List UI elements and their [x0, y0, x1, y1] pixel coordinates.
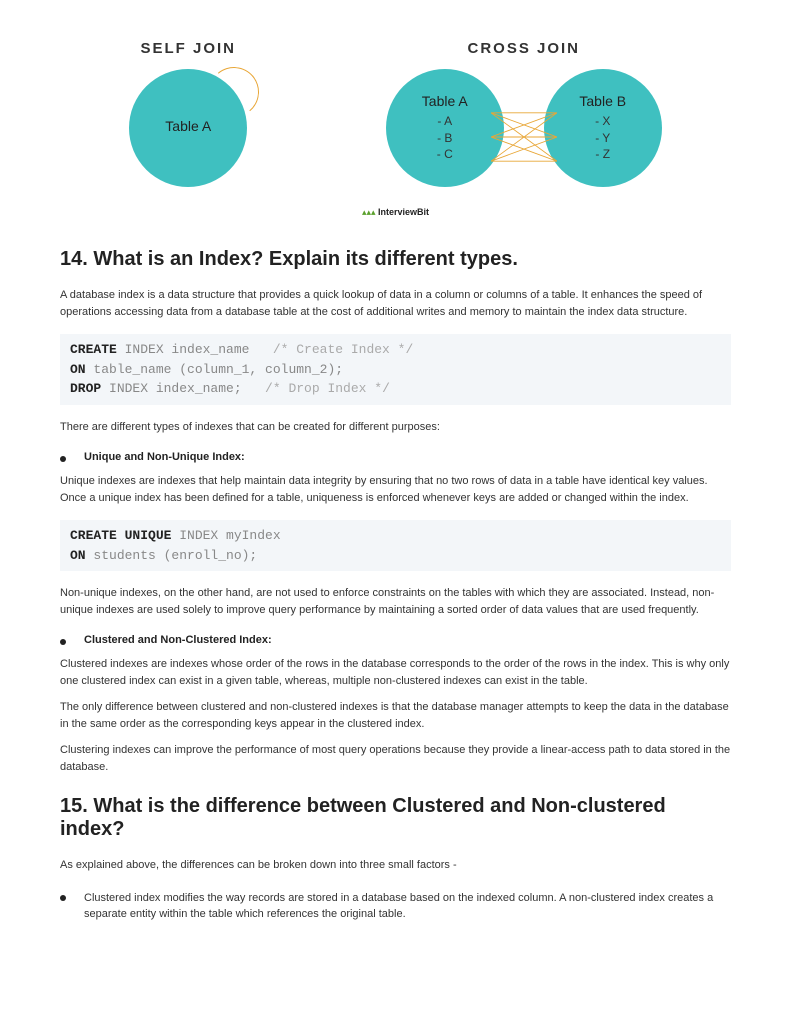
self-join-title: SELF JOIN [129, 40, 247, 57]
bullet-clustered-p1: Clustered indexes are indexes whose orde… [60, 656, 731, 689]
bullet-clustered-title: Clustered and Non-Clustered Index: [84, 634, 731, 646]
attribution-text: InterviewBit [378, 207, 429, 217]
cross-circle-a: Table A - A - B - C [386, 69, 504, 187]
cross-a-label: Table A [422, 93, 468, 109]
cross-join-title: CROSS JOIN [386, 40, 662, 57]
q14-heading: 14. What is an Index? Explain its differ… [60, 248, 731, 271]
code-unique-index: CREATE UNIQUE INDEX myIndex ON students … [60, 520, 731, 571]
cross-circle-b: Table B - X - Y - Z [544, 69, 662, 187]
bullet-unique: Unique and Non-Unique Index: [60, 451, 731, 463]
q15-heading: 15. What is the difference between Clust… [60, 795, 731, 841]
bullet-dot-icon [60, 639, 66, 645]
q14-after-code: There are different types of indexes tha… [60, 419, 731, 436]
bullet-clustered-p2: The only difference between clustered an… [60, 699, 731, 732]
bullet-clustered: Clustered and Non-Clustered Index: [60, 634, 731, 646]
cross-b-items: - X - Y - Z [595, 113, 610, 163]
join-diagram: SELF JOIN Table A CROSS JOIN Table A - A… [60, 40, 731, 187]
cross-join-block: CROSS JOIN Table A - A - B - C Table B -… [386, 40, 662, 187]
bullet-q15-1: Clustered index modifies the way records… [60, 890, 731, 923]
attribution: ▴▴▴ InterviewBit [60, 207, 731, 218]
bullet-unique-p2: Non-unique indexes, on the other hand, a… [60, 585, 731, 618]
cross-a-items: - A - B - C [437, 113, 453, 163]
bullet-dot-icon [60, 456, 66, 462]
bullet-q15-1-text: Clustered index modifies the way records… [84, 890, 731, 923]
bullet-unique-p1: Unique indexes are indexes that help mai… [60, 473, 731, 506]
q15-intro: As explained above, the differences can … [60, 857, 731, 874]
self-join-block: SELF JOIN Table A [129, 40, 247, 187]
code-create-index: CREATE INDEX index_name /* Create Index … [60, 334, 731, 405]
attribution-icon: ▴▴▴ [362, 207, 376, 217]
bullet-unique-title: Unique and Non-Unique Index: [84, 451, 731, 463]
self-join-circle-wrap: Table A [129, 69, 247, 187]
bullet-clustered-p3: Clustering indexes can improve the perfo… [60, 742, 731, 775]
cross-join-wrap: Table A - A - B - C Table B - X - Y - Z [386, 69, 662, 187]
cross-b-label: Table B [579, 93, 626, 109]
self-circle-label: Table A [165, 118, 211, 134]
q14-intro: A database index is a data structure tha… [60, 287, 731, 320]
bullet-dot-icon [60, 895, 66, 901]
